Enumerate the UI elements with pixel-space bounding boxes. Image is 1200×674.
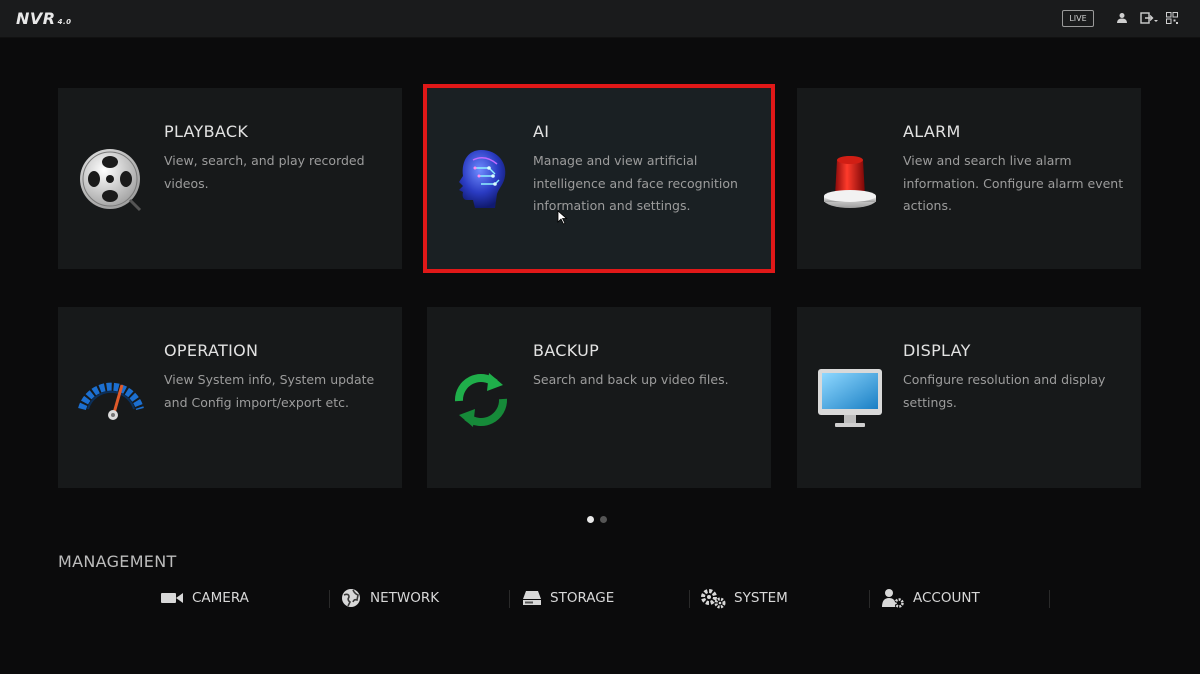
tile-description: View, search, and play recorded videos. — [164, 153, 365, 191]
management-heading: MANAGEMENT — [58, 552, 177, 571]
divider — [1049, 590, 1050, 608]
tile-description: Manage and view artificial intelligence … — [533, 153, 738, 213]
hard-drive-icon — [523, 591, 541, 605]
tile-title: DISPLAY — [903, 341, 971, 360]
ai-head-icon — [459, 150, 506, 208]
management-camera[interactable]: CAMERA — [160, 586, 249, 610]
user-icon[interactable] — [1116, 12, 1128, 24]
divider — [329, 590, 330, 608]
divider — [509, 590, 510, 608]
globe-icon — [342, 589, 360, 607]
management-account[interactable]: ACCOUNT — [881, 586, 980, 610]
logout-icon[interactable] — [1140, 12, 1158, 24]
page-indicator — [587, 508, 613, 527]
gauge-icon — [78, 382, 144, 420]
live-button[interactable]: LIVE — [1062, 10, 1094, 27]
divider — [689, 590, 690, 608]
tile-description: Configure resolution and display setting… — [903, 372, 1106, 410]
tile-description: View and search live alarm information. … — [903, 153, 1124, 213]
mouse-cursor-icon — [557, 210, 568, 225]
monitor-icon — [818, 369, 882, 427]
management-network[interactable]: NETWORK — [340, 586, 439, 610]
qr-code-icon[interactable] — [1166, 12, 1178, 24]
user-gear-icon — [882, 589, 904, 608]
film-reel-icon — [80, 149, 142, 212]
management-system[interactable]: SYSTEM — [700, 586, 788, 610]
page-dot-1[interactable] — [587, 516, 594, 523]
page-dot-2[interactable] — [600, 516, 607, 523]
top-bar: NVR 4.0 LIVE — [0, 0, 1200, 38]
tile-title: OPERATION — [164, 341, 259, 360]
tile-playback[interactable]: PLAYBACK View, search, and play recorded… — [58, 88, 402, 269]
tile-title: ALARM — [903, 122, 961, 141]
divider — [869, 590, 870, 608]
tile-title: BACKUP — [533, 341, 600, 360]
tile-description: Search and back up video files. — [533, 372, 729, 387]
tile-operation[interactable]: OPERATION View System info, System updat… — [58, 307, 402, 488]
refresh-icon — [455, 373, 507, 427]
management-storage[interactable]: STORAGE — [522, 586, 614, 610]
tile-backup[interactable]: BACKUP Search and back up video files. — [427, 307, 771, 488]
tile-title: AI — [533, 122, 550, 141]
tile-ai[interactable]: AI Manage and view artificial intelligen… — [423, 84, 775, 273]
tile-title: PLAYBACK — [164, 122, 249, 141]
nvr-logo: NVR 4.0 — [16, 9, 72, 28]
camera-icon — [161, 593, 183, 603]
tile-display[interactable]: DISPLAY Configure resolution and display… — [797, 307, 1141, 488]
gears-icon — [701, 589, 726, 609]
tile-alarm[interactable]: ALARM View and search live alarm informa… — [797, 88, 1141, 269]
tile-description: View System info, System update and Conf… — [164, 372, 375, 410]
alarm-light-icon — [824, 156, 876, 208]
